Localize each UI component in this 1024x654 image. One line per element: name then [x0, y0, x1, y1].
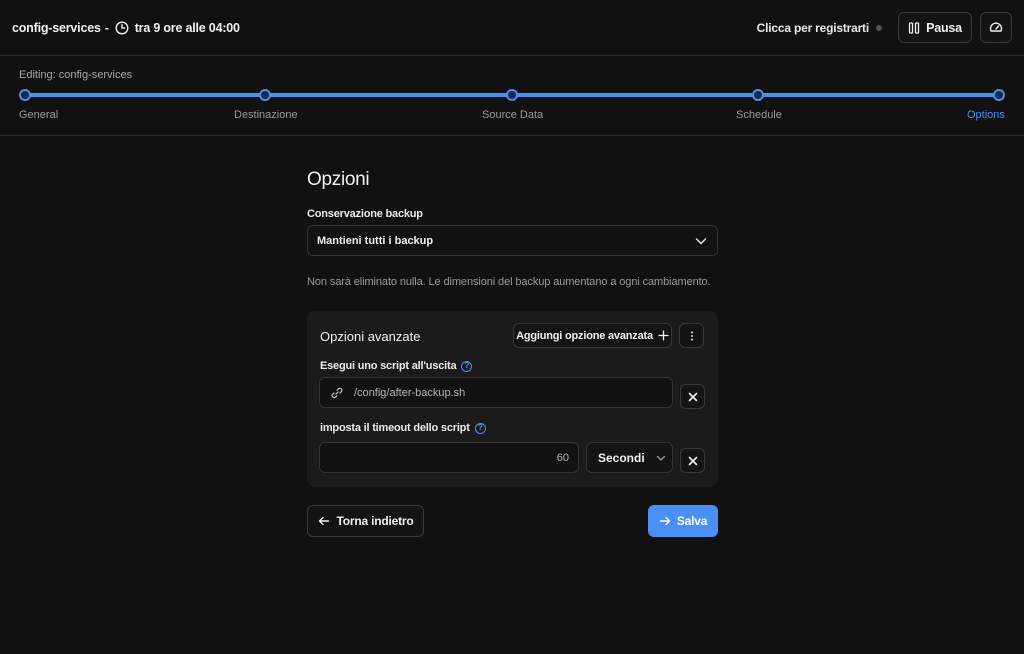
step-dot-options[interactable]: [993, 89, 1005, 101]
script-label-row: Esegui uno script all'uscita ?: [320, 360, 473, 372]
add-advanced-option-label: Aggiungi opzione avanzata: [516, 329, 653, 342]
step-label-destinazione[interactable]: Destinazione: [234, 109, 298, 121]
dashboard-button[interactable]: [980, 12, 1012, 43]
top-bar: config-services - tra 9 ore alle 04:00 C…: [0, 0, 1024, 56]
arrow-left-icon: [318, 515, 330, 527]
timeout-input[interactable]: 60: [319, 442, 579, 473]
chevron-down-icon: [656, 453, 666, 463]
editing-label: Editing: config-services: [19, 69, 133, 81]
help-icon[interactable]: ?: [461, 360, 473, 372]
save-button-label: Salva: [676, 514, 708, 528]
step-label-schedule[interactable]: Schedule: [736, 109, 782, 121]
next-run-text: tra 9 ore alle 04:00: [134, 20, 240, 35]
help-icon[interactable]: ?: [474, 422, 486, 434]
step-label-source-data[interactable]: Source Data: [482, 109, 543, 121]
script-label: Esegui uno script all'uscita: [320, 360, 457, 372]
options-form: Opzioni Conservazione backup Mantieni tu…: [307, 160, 718, 288]
clock-icon: [115, 20, 129, 35]
timeout-label-row: imposta il timeout dello script ?: [320, 422, 486, 434]
close-icon: [688, 392, 698, 402]
advanced-options-title: Opzioni avanzate: [320, 329, 421, 344]
close-icon: [688, 456, 698, 466]
script-path-value: /config/after-backup.sh: [354, 386, 466, 399]
script-path-input[interactable]: /config/after-backup.sh: [319, 377, 673, 408]
register-link-label: Clicca per registrarti: [756, 20, 870, 35]
chevron-down-icon: [695, 235, 707, 247]
pause-button[interactable]: Pausa: [898, 12, 972, 43]
timeout-value: 60: [556, 451, 569, 464]
arrow-right-icon: [659, 515, 671, 527]
status-dot: [876, 24, 882, 31]
stepper: Editing: config-services General Destina…: [0, 56, 1024, 136]
job-separator: -: [104, 20, 109, 35]
add-advanced-option-button[interactable]: Aggiungi opzione avanzata: [513, 323, 672, 348]
job-header: config-services - tra 9 ore alle 04:00: [12, 21, 240, 35]
timeout-unit-value: Secondi: [598, 450, 645, 465]
step-dot-destinazione[interactable]: [259, 89, 271, 101]
step-dot-schedule[interactable]: [752, 89, 764, 101]
page-title: Opzioni: [307, 169, 370, 190]
register-link[interactable]: Clicca per registrarti: [757, 21, 882, 35]
remove-script-button[interactable]: [680, 384, 705, 409]
step-label-general[interactable]: General: [19, 109, 58, 121]
retention-label: Conservazione backup: [307, 208, 423, 220]
step-label-options[interactable]: Options: [967, 109, 1005, 121]
link-icon: [331, 387, 343, 399]
remove-timeout-button[interactable]: [680, 448, 705, 473]
step-dot-general[interactable]: [19, 89, 31, 101]
more-options-button[interactable]: [679, 323, 704, 348]
job-name: config-services: [12, 20, 101, 35]
pause-icon: [908, 21, 920, 34]
step-dot-source-data[interactable]: [506, 89, 518, 101]
retention-select[interactable]: Mantieni tutti i backup: [307, 225, 718, 256]
plus-icon: [658, 330, 669, 341]
timeout-unit-select[interactable]: Secondi: [586, 442, 673, 473]
back-button[interactable]: Torna indietro: [307, 505, 424, 537]
pause-button-label: Pausa: [926, 20, 962, 35]
retention-helper-text: Non sarà eliminato nulla. Le dimensioni …: [307, 276, 711, 288]
back-button-label: Torna indietro: [336, 514, 414, 528]
vertical-dots-icon: [690, 331, 694, 341]
timeout-label: imposta il timeout dello script: [320, 422, 470, 434]
retention-select-value: Mantieni tutti i backup: [317, 234, 434, 247]
advanced-options-card: Opzioni avanzate Aggiungi opzione avanza…: [307, 311, 718, 487]
save-button[interactable]: Salva: [648, 505, 718, 537]
gauge-icon: [989, 21, 1003, 35]
